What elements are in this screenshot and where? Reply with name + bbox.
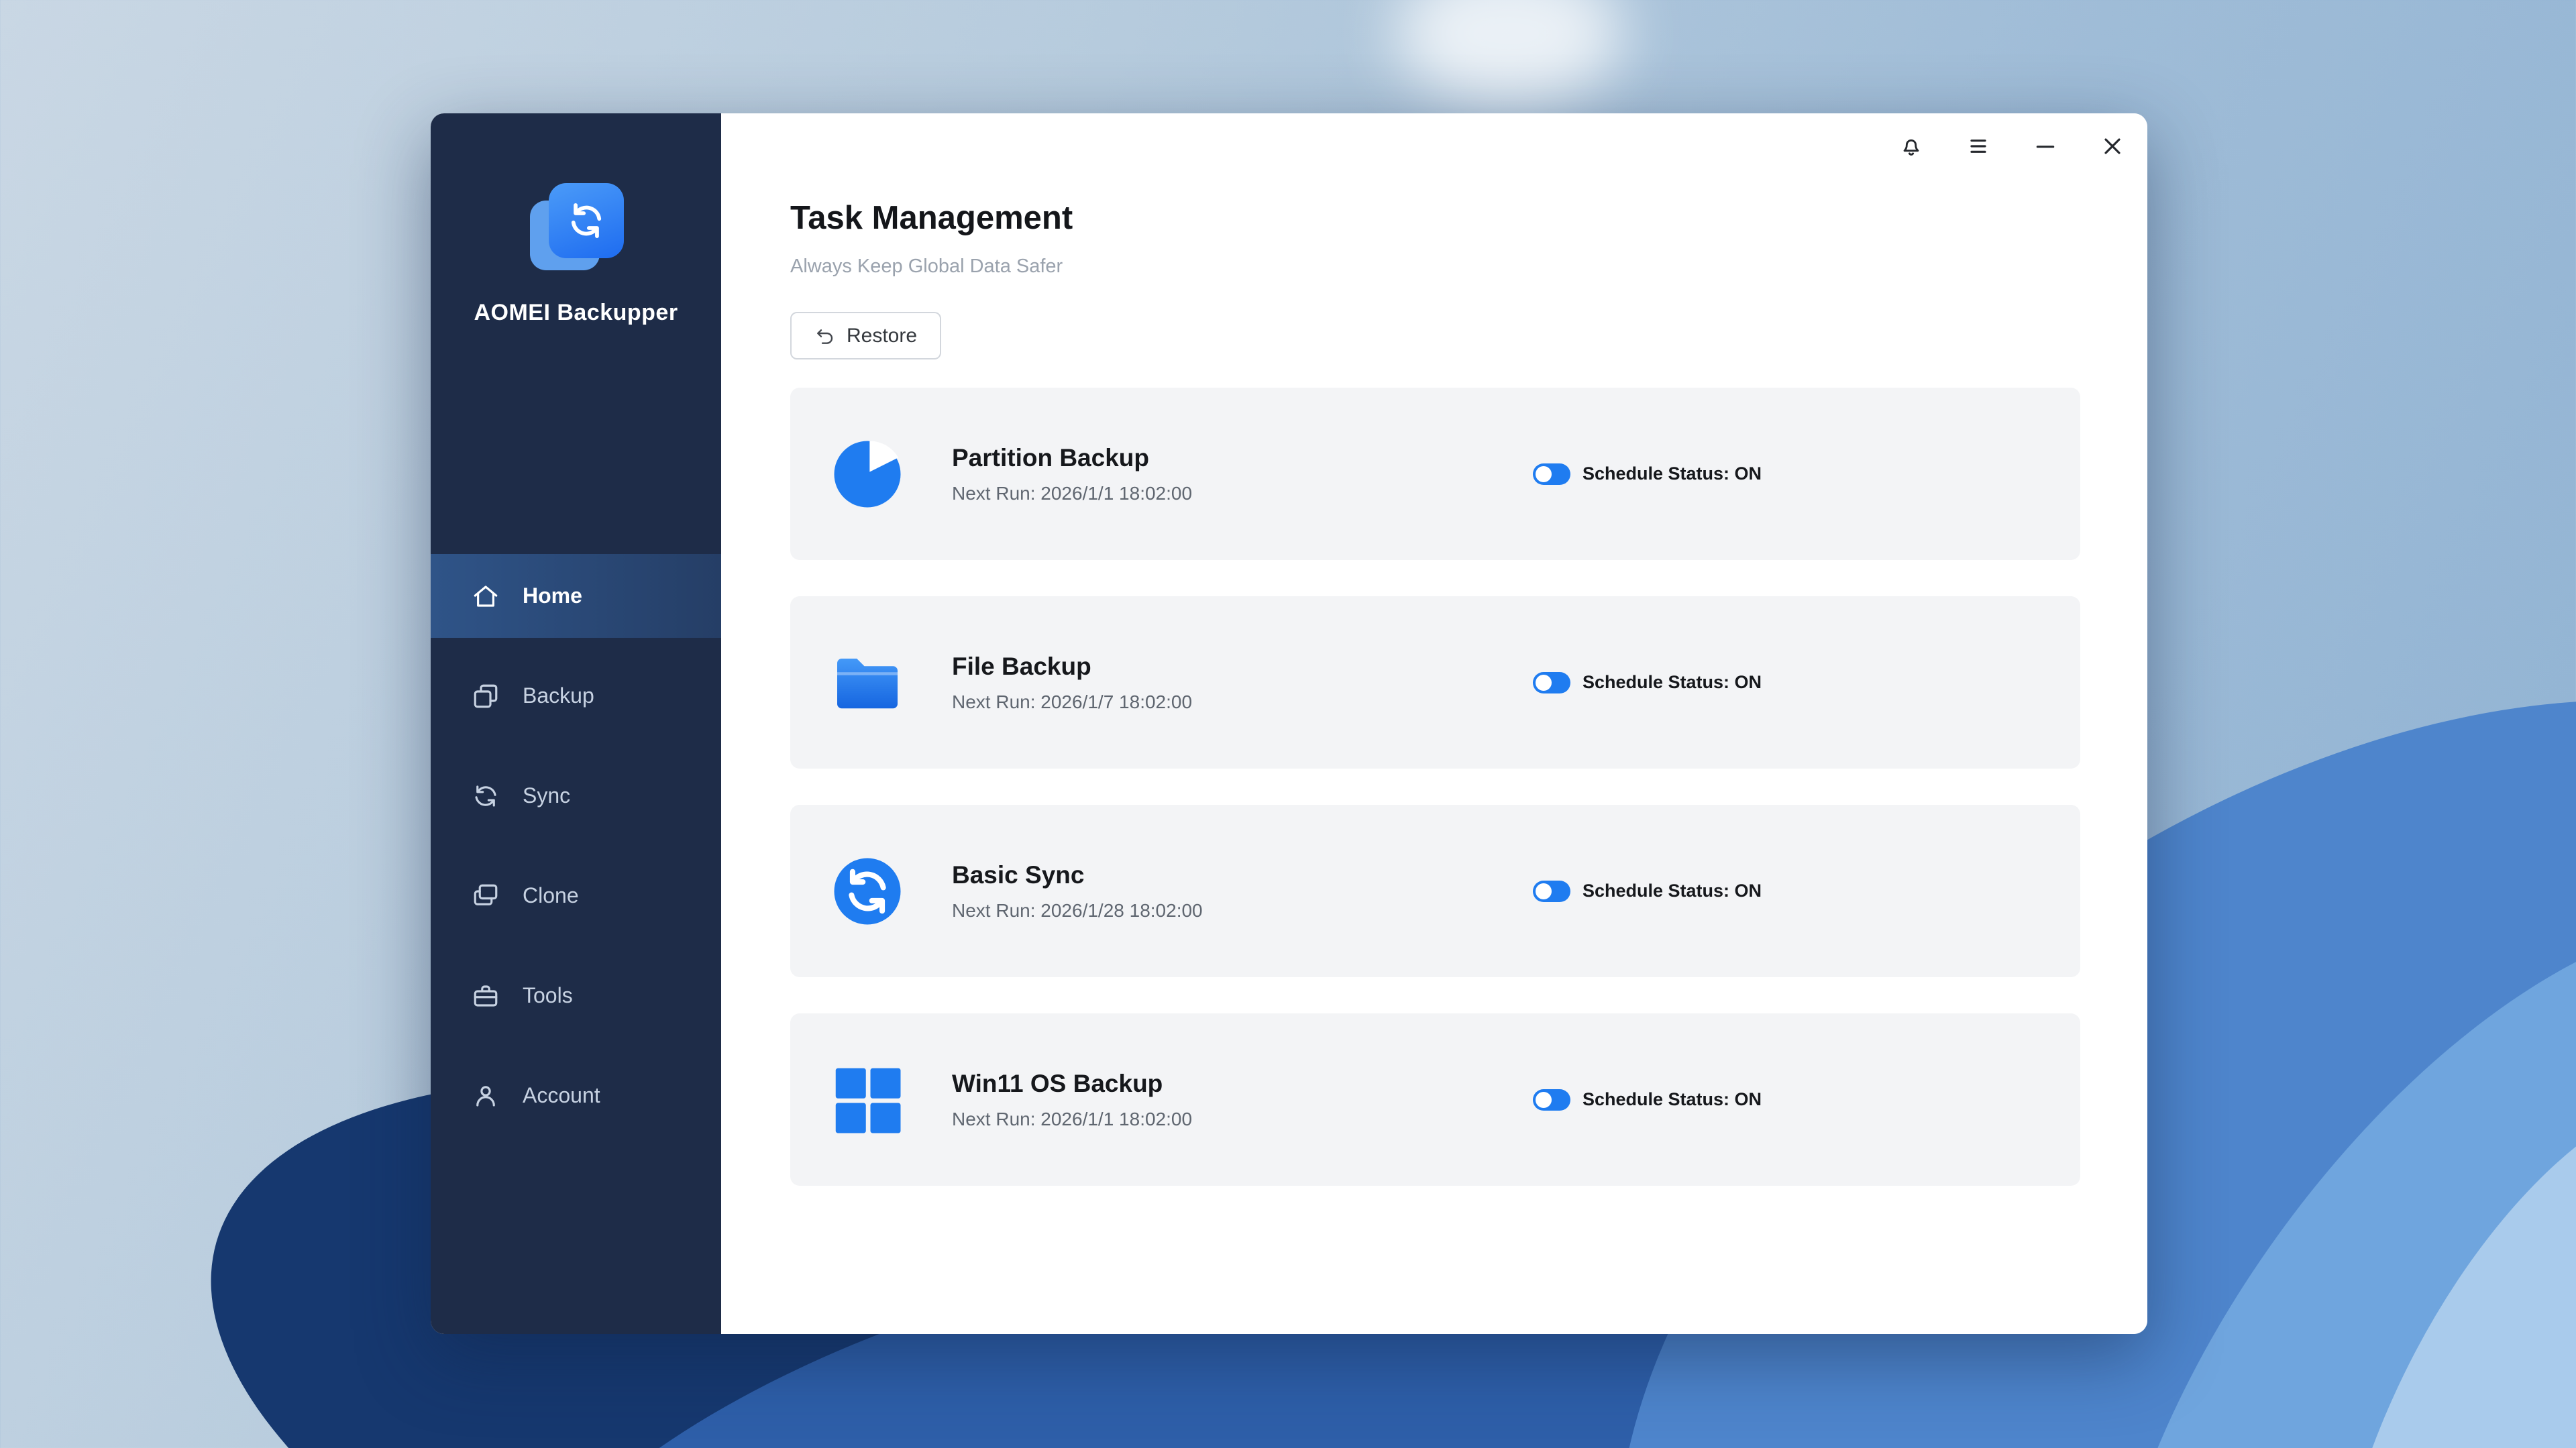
app-name: AOMEI Backupper bbox=[431, 300, 721, 326]
schedule-toggle[interactable] bbox=[1533, 1089, 1570, 1111]
sidebar-item-home[interactable]: Home bbox=[431, 554, 721, 638]
task-card-file-backup[interactable]: File Backup Next Run: 2026/1/7 18:02:00 … bbox=[790, 596, 2080, 769]
sidebar-item-account[interactable]: Account bbox=[431, 1054, 721, 1137]
pie-chart-icon bbox=[831, 438, 904, 510]
close-icon[interactable] bbox=[2098, 131, 2127, 161]
toggle-knob bbox=[1536, 883, 1552, 899]
logo-sync-icon bbox=[549, 183, 624, 258]
schedule-status: Schedule Status: ON bbox=[1582, 463, 1762, 484]
task-next-run: Next Run: 2026/1/7 18:02:00 bbox=[952, 691, 1192, 713]
sidebar-nav: Home Backup Sync Clone bbox=[431, 554, 721, 1137]
task-info: File Backup Next Run: 2026/1/7 18:02:00 bbox=[952, 653, 1192, 713]
task-info: Basic Sync Next Run: 2026/1/28 18:02:00 bbox=[952, 861, 1203, 922]
restore-icon bbox=[814, 325, 836, 347]
home-icon bbox=[472, 582, 500, 610]
sidebar: AOMEI Backupper Home Backup Sync bbox=[431, 113, 721, 1334]
account-icon bbox=[472, 1082, 500, 1110]
task-next-run: Next Run: 2026/1/1 18:02:00 bbox=[952, 483, 1192, 504]
titlebar-controls bbox=[1896, 131, 2127, 161]
schedule-status: Schedule Status: ON bbox=[1582, 1089, 1762, 1110]
schedule-toggle[interactable] bbox=[1533, 672, 1570, 693]
app-logo-icon bbox=[526, 180, 627, 281]
task-next-run: Next Run: 2026/1/1 18:02:00 bbox=[952, 1109, 1192, 1130]
tools-icon bbox=[472, 982, 500, 1010]
task-name: Partition Backup bbox=[952, 444, 1192, 472]
sidebar-item-label: Sync bbox=[523, 783, 570, 808]
task-name: Basic Sync bbox=[952, 861, 1203, 889]
restore-button-label: Restore bbox=[847, 325, 917, 347]
task-card-basic-sync[interactable]: Basic Sync Next Run: 2026/1/28 18:02:00 … bbox=[790, 805, 2080, 977]
sidebar-item-label: Backup bbox=[523, 683, 594, 708]
folder-icon bbox=[831, 647, 904, 719]
task-schedule: Schedule Status: ON bbox=[1533, 1089, 1762, 1111]
sidebar-item-tools[interactable]: Tools bbox=[431, 954, 721, 1038]
task-info: Win11 OS Backup Next Run: 2026/1/1 18:02… bbox=[952, 1070, 1192, 1130]
task-card-partition-backup[interactable]: Partition Backup Next Run: 2026/1/1 18:0… bbox=[790, 388, 2080, 560]
sync-circle-icon bbox=[831, 855, 904, 928]
main-panel: Task Management Always Keep Global Data … bbox=[721, 113, 2147, 1334]
schedule-status: Schedule Status: ON bbox=[1582, 672, 1762, 693]
task-next-run: Next Run: 2026/1/28 18:02:00 bbox=[952, 900, 1203, 922]
toggle-knob bbox=[1536, 675, 1552, 691]
task-schedule: Schedule Status: ON bbox=[1533, 881, 1762, 902]
sync-icon bbox=[472, 782, 500, 810]
task-info: Partition Backup Next Run: 2026/1/1 18:0… bbox=[952, 444, 1192, 504]
minimize-icon[interactable] bbox=[2031, 131, 2060, 161]
toggle-knob bbox=[1536, 1092, 1552, 1108]
sidebar-item-clone[interactable]: Clone bbox=[431, 854, 721, 938]
task-card-win11-os-backup[interactable]: Win11 OS Backup Next Run: 2026/1/1 18:02… bbox=[790, 1013, 2080, 1186]
sidebar-item-label: Clone bbox=[523, 883, 579, 908]
sidebar-item-backup[interactable]: Backup bbox=[431, 654, 721, 738]
sidebar-item-sync[interactable]: Sync bbox=[431, 754, 721, 838]
notification-bell-icon[interactable] bbox=[1896, 131, 1926, 161]
task-name: Win11 OS Backup bbox=[952, 1070, 1192, 1098]
sidebar-item-label: Account bbox=[523, 1083, 600, 1108]
windows-icon bbox=[831, 1064, 904, 1136]
sidebar-item-label: Home bbox=[523, 583, 582, 608]
schedule-toggle[interactable] bbox=[1533, 881, 1570, 902]
page-subtitle: Always Keep Global Data Safer bbox=[790, 256, 1063, 278]
task-list: Partition Backup Next Run: 2026/1/1 18:0… bbox=[790, 388, 2080, 1186]
task-schedule: Schedule Status: ON bbox=[1533, 463, 1762, 485]
task-name: File Backup bbox=[952, 653, 1192, 681]
schedule-toggle[interactable] bbox=[1533, 463, 1570, 485]
app-window: AOMEI Backupper Home Backup Sync bbox=[431, 113, 2147, 1334]
toggle-knob bbox=[1536, 466, 1552, 482]
task-schedule: Schedule Status: ON bbox=[1533, 672, 1762, 693]
clone-icon bbox=[472, 882, 500, 910]
app-logo: AOMEI Backupper bbox=[431, 180, 721, 326]
sidebar-item-label: Tools bbox=[523, 983, 573, 1008]
schedule-status: Schedule Status: ON bbox=[1582, 881, 1762, 901]
page-title: Task Management bbox=[790, 199, 1073, 237]
backup-icon bbox=[472, 682, 500, 710]
menu-icon[interactable] bbox=[1964, 131, 1993, 161]
restore-button[interactable]: Restore bbox=[790, 312, 941, 359]
wallpaper-highlight bbox=[1395, 0, 1623, 107]
